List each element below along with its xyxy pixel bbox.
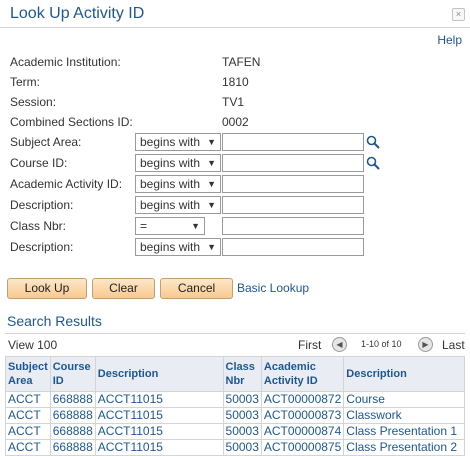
table-cell[interactable]: 668888 [49,407,96,424]
table-cell[interactable]: 50003 [222,407,262,424]
table-cell[interactable]: 668888 [49,439,96,456]
table-cell[interactable]: Class Presentation 2 [343,439,465,456]
search-results-title: Search Results [7,313,102,329]
description-operator-value: begins with [140,198,201,212]
table-cell[interactable]: Classwork [343,407,465,424]
description-2-operator-select[interactable]: begins with ▼ [135,238,221,256]
class-nbr-operator-select[interactable]: = ▼ [135,217,205,235]
description-2-operator-value: begins with [140,240,201,254]
close-icon[interactable]: × [452,8,465,21]
column-header[interactable]: Academic Activity ID [260,356,345,392]
column-header[interactable]: Description [343,356,465,392]
basic-lookup-link[interactable]: Basic Lookup [237,281,309,295]
course-id-operator-select[interactable]: begins with ▼ [135,154,221,172]
chevron-down-icon: ▼ [207,242,216,252]
cancel-button[interactable]: Cancel [160,278,233,299]
class-nbr-label: Class Nbr: [10,219,67,233]
search-icon[interactable] [366,135,380,149]
institution-value: TAFEN [222,55,261,69]
column-header[interactable]: Description [94,356,224,392]
row-range: 1-10 of 10 [361,339,402,349]
course-id-label: Course ID: [10,156,68,170]
session-value: TV1 [222,95,245,109]
activity-id-operator-select[interactable]: begins with ▼ [135,175,221,193]
combined-sections-label: Combined Sections ID: [10,115,133,129]
table-cell[interactable]: 50003 [222,423,262,440]
table-row[interactable]: ACCT 668888 ACCT11015 50003 ACT00000874 … [5,423,465,440]
grid-navigation-bar: View 100 First ◀ 1-10 of 10 ▶ Last [5,333,465,354]
table-cell[interactable]: 50003 [222,439,262,456]
next-icon[interactable]: ▶ [418,337,433,352]
table-header-row: Subject Area Course ID Description Class… [5,356,465,392]
table-cell[interactable]: ACCT11015 [94,407,224,424]
chevron-down-icon: ▼ [207,179,216,189]
subject-area-input[interactable] [222,133,364,151]
header-divider [0,27,470,28]
table-cell[interactable]: ACCT [5,423,51,440]
table-cell[interactable]: ACT00000875 [260,439,345,456]
chevron-down-icon: ▼ [191,221,200,231]
table-cell[interactable]: Class Presentation 1 [343,423,465,440]
term-label: Term: [10,75,40,89]
look-up-button[interactable]: Look Up [7,278,87,299]
chevron-down-icon: ▼ [207,200,216,210]
class-nbr-operator-value: = [140,219,148,233]
table-row[interactable]: ACCT 668888 ACCT11015 50003 ACT00000872 … [5,391,465,408]
term-value: 1810 [222,75,249,89]
table-cell[interactable]: ACCT [5,407,51,424]
description-2-input[interactable] [222,238,364,256]
column-header[interactable]: Subject Area [5,356,51,392]
column-header[interactable]: Course ID [49,356,96,392]
description-label: Description: [10,198,74,212]
activity-id-operator-value: begins with [140,177,201,191]
table-cell[interactable]: ACT00000874 [260,423,345,440]
course-id-operator-value: begins with [140,156,201,170]
column-header[interactable]: Class Nbr [222,356,262,392]
subject-area-operator-select[interactable]: begins with ▼ [135,133,221,151]
table-cell[interactable]: ACCT11015 [94,439,224,456]
table-cell[interactable]: ACCT11015 [94,391,224,408]
table-row[interactable]: ACCT 668888 ACCT11015 50003 ACT00000873 … [5,407,465,424]
table-cell[interactable]: ACCT [5,439,51,456]
previous-icon[interactable]: ◀ [332,337,347,352]
description-operator-select[interactable]: begins with ▼ [135,196,221,214]
results-table: Subject Area Course ID Description Class… [5,356,465,456]
table-cell[interactable]: ACCT11015 [94,423,224,440]
subject-area-label: Subject Area: [10,135,82,149]
activity-id-label: Academic Activity ID: [10,177,123,191]
table-cell[interactable]: ACT00000872 [260,391,345,408]
page-title: Look Up Activity ID [10,5,145,22]
table-cell[interactable]: ACCT [5,391,51,408]
description-input[interactable] [222,196,364,214]
last-label: Last [442,338,465,352]
table-cell[interactable]: Course [343,391,465,408]
table-cell[interactable]: ACT00000873 [260,407,345,424]
table-row[interactable]: ACCT 668888 ACCT11015 50003 ACT00000875 … [5,439,465,456]
institution-label: Academic Institution: [10,55,121,69]
combined-sections-value: 0002 [222,115,249,129]
search-icon[interactable] [366,156,380,170]
chevron-down-icon: ▼ [207,137,216,147]
subject-area-operator-value: begins with [140,135,201,149]
first-label: First [298,338,322,352]
class-nbr-input[interactable] [222,217,364,235]
clear-button[interactable]: Clear [92,278,155,299]
description-2-label: Description: [10,240,74,254]
help-link[interactable]: Help [437,33,462,47]
table-cell[interactable]: 50003 [222,391,262,408]
course-id-input[interactable] [222,154,364,172]
activity-id-input[interactable] [222,175,364,193]
table-cell[interactable]: 668888 [49,391,96,408]
view-100-link[interactable]: View 100 [8,338,57,352]
chevron-down-icon: ▼ [207,158,216,168]
session-label: Session: [10,95,57,109]
table-cell[interactable]: 668888 [49,423,96,440]
